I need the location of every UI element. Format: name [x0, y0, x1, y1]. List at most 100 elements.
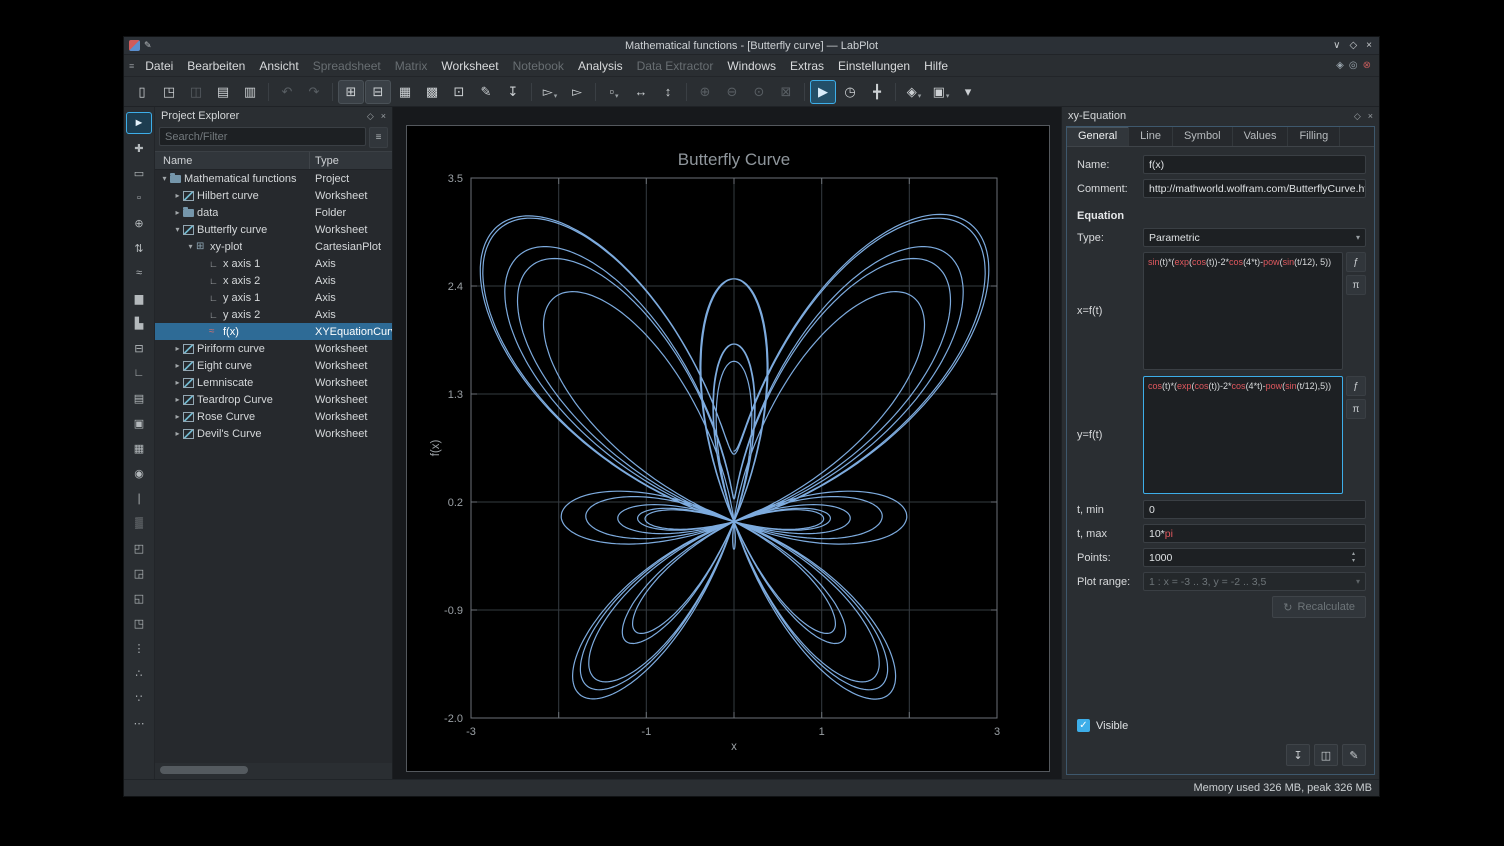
export-button[interactable]: ↧ — [1286, 744, 1310, 766]
menubar-info-icon[interactable]: ◎ — [1349, 60, 1358, 71]
tmax-input[interactable]: 10*pi — [1143, 524, 1366, 543]
dock-close-button[interactable]: × — [381, 111, 386, 122]
horizontal-scrollbar[interactable] — [158, 766, 389, 775]
toolbar-overflow-button[interactable]: ▾ — [955, 80, 981, 104]
cursor-mode-button[interactable]: ╋ — [864, 80, 890, 104]
resize-tool[interactable]: ◲ — [126, 562, 152, 584]
tree-row-data[interactable]: ▸dataFolder — [155, 204, 392, 221]
column-header-name[interactable]: Name — [155, 152, 310, 169]
tree-row-teardrop-curve[interactable]: ▸Teardrop CurveWorksheet — [155, 391, 392, 408]
new-live-data-button[interactable]: ▻▾ — [537, 80, 563, 104]
menu-item-ansicht[interactable]: Ansicht — [252, 57, 305, 75]
print-preview-button[interactable]: ▥ — [237, 80, 263, 104]
menu-item-extras[interactable]: Extras — [783, 57, 831, 75]
save-as-button[interactable]: ✎ — [1342, 744, 1366, 766]
new-matrix-button[interactable]: ▩ — [419, 80, 445, 104]
bar-plot-tool[interactable]: ▙ — [126, 312, 152, 334]
menu-item-worksheet[interactable]: Worksheet — [434, 57, 505, 75]
expander-icon[interactable]: ▾ — [172, 225, 183, 234]
menu-item-analysis[interactable]: Analysis — [571, 57, 630, 75]
worksheet-view[interactable]: -3-1133.52.41.30.2-0.9-2.0Butterfly Curv… — [393, 107, 1061, 779]
distribute-tool[interactable]: ⋮ — [126, 637, 152, 659]
text-label-tool[interactable]: ▣ — [126, 412, 152, 434]
zoom-select-tool[interactable]: ▭ — [126, 162, 152, 184]
toggle-project-explorer-button[interactable]: ⊞ — [338, 80, 364, 104]
expander-icon[interactable]: ▸ — [172, 344, 183, 353]
title-bar[interactable]: ✎ Mathematical functions - [Butterfly cu… — [124, 37, 1379, 55]
tree-row-f-x-[interactable]: ≈f(x)XYEquationCurve — [155, 323, 392, 340]
dock-close-button[interactable]: × — [1368, 111, 1373, 122]
expander-icon[interactable]: ▸ — [172, 208, 183, 217]
cursor-tool[interactable]: ► — [126, 112, 152, 134]
align-right-tool[interactable]: ◳ — [126, 612, 152, 634]
axis-tool[interactable]: ∟ — [126, 362, 152, 384]
tab-symbol[interactable]: Symbol — [1173, 127, 1233, 146]
tree-row-y-axis-2[interactable]: ∟y axis 2Axis — [155, 306, 392, 323]
menubar-close-icon[interactable]: ⊗ — [1363, 60, 1371, 71]
tab-filling[interactable]: Filling — [1288, 127, 1340, 146]
select-mode-button[interactable]: ▫▾ — [601, 80, 627, 104]
window-maximize-button[interactable]: ◇ — [1349, 41, 1357, 51]
expander-icon[interactable]: ▸ — [172, 429, 183, 438]
insert-function-button[interactable]: ƒ — [1346, 376, 1366, 396]
tree-row-mathematical-functions[interactable]: ▾Mathematical functionsProject — [155, 170, 392, 187]
dock-float-button[interactable]: ◇ — [367, 111, 374, 122]
zoom-mode-button[interactable]: ◷ — [837, 80, 863, 104]
presenter-dropdown[interactable]: ▣▾ — [928, 80, 954, 104]
spin-up-icon[interactable]: ▴ — [1347, 551, 1360, 558]
tree-row-butterfly-curve[interactable]: ▾Butterfly curveWorksheet — [155, 221, 392, 238]
menu-item-datei[interactable]: Datei — [138, 57, 180, 75]
window-shade-button[interactable]: ∨ — [1333, 41, 1340, 51]
custom-point-tool[interactable]: ◉ — [126, 462, 152, 484]
visible-checkbox[interactable]: ✓ — [1077, 719, 1090, 732]
insert-constant-button[interactable]: π — [1346, 275, 1366, 295]
crosshair-tool[interactable]: ⊕ — [126, 212, 152, 234]
tab-values[interactable]: Values — [1233, 127, 1289, 146]
tree-row-x-axis-1[interactable]: ∟x axis 1Axis — [155, 255, 392, 272]
new-project-button[interactable]: ▯ — [129, 80, 155, 104]
scrollbar-thumb[interactable] — [160, 766, 248, 774]
expander-icon[interactable]: ▾ — [185, 242, 196, 251]
save-button[interactable]: ◫ — [1314, 744, 1338, 766]
spin-down-icon[interactable]: ▾ — [1347, 558, 1360, 565]
tab-line[interactable]: Line — [1129, 127, 1173, 146]
worksheet-page[interactable]: -3-1133.52.41.30.2-0.9-2.0Butterfly Curv… — [406, 125, 1050, 772]
window-close-button[interactable]: × — [1366, 41, 1372, 51]
tree-row-x-axis-2[interactable]: ∟x axis 2Axis — [155, 272, 392, 289]
menubar-shield-icon[interactable]: ◈ — [1336, 60, 1344, 71]
tree-row-devil-s-curve[interactable]: ▸Devil's CurveWorksheet — [155, 425, 392, 442]
align-left-tool[interactable]: ◱ — [126, 587, 152, 609]
reference-range-tool[interactable]: ▒ — [126, 512, 152, 534]
x-equation-input[interactable]: sin(t)*(exp(cos(t))-2*cos(4*t)-pow(sin(t… — [1143, 252, 1343, 370]
tree-row-eight-curve[interactable]: ▸Eight curveWorksheet — [155, 357, 392, 374]
insert-constant-button[interactable]: π — [1346, 399, 1366, 419]
name-input[interactable]: f(x) — [1143, 155, 1366, 174]
toggle-properties-dock-button[interactable]: ⊟ — [365, 80, 391, 104]
open-project-button[interactable]: ◳ — [156, 80, 182, 104]
project-explorer-titlebar[interactable]: Project Explorer ◇ × — [155, 107, 392, 125]
tree-row-piriform-curve[interactable]: ▸Piriform curveWorksheet — [155, 340, 392, 357]
box-plot-tool[interactable]: ⊟ — [126, 337, 152, 359]
reference-line-tool[interactable]: ∣ — [126, 487, 152, 509]
more-tools[interactable]: ⋯ — [126, 712, 152, 734]
expander-icon[interactable]: ▸ — [172, 378, 183, 387]
points-spinbox[interactable]: 1000 ▴ ▾ — [1143, 548, 1366, 567]
new-worksheet-button[interactable]: ⊡ — [446, 80, 472, 104]
curve-tool[interactable]: ≈ — [126, 262, 152, 284]
fit-width-button[interactable]: ↔ — [628, 80, 654, 104]
y-equation-input[interactable]: cos(t)*(exp(cos(t))-2*cos(4*t)-pow(sin(t… — [1143, 376, 1343, 494]
expander-icon[interactable]: ▸ — [172, 395, 183, 404]
tree-row-rose-curve[interactable]: ▸Rose CurveWorksheet — [155, 408, 392, 425]
tree-row-xy-plot[interactable]: ▾⊞xy-plotCartesianPlot — [155, 238, 392, 255]
tree-row-hilbert-curve[interactable]: ▸Hilbert curveWorksheet — [155, 187, 392, 204]
type-select[interactable]: Parametric ▾ — [1143, 228, 1366, 247]
tree-row-y-axis-1[interactable]: ∟y axis 1Axis — [155, 289, 392, 306]
search-input[interactable] — [159, 127, 366, 146]
split-view-tool[interactable]: ⇅ — [126, 237, 152, 259]
expander-icon[interactable]: ▾ — [159, 174, 170, 183]
image-tool[interactable]: ▦ — [126, 437, 152, 459]
navigate-mode-button[interactable]: ▶ — [810, 80, 836, 104]
comment-input[interactable]: http://mathworld.wolfram.com/ButterflyCu… — [1143, 179, 1366, 198]
density-tool[interactable]: ∵ — [126, 687, 152, 709]
tree-row-lemniscate[interactable]: ▸LemniscateWorksheet — [155, 374, 392, 391]
